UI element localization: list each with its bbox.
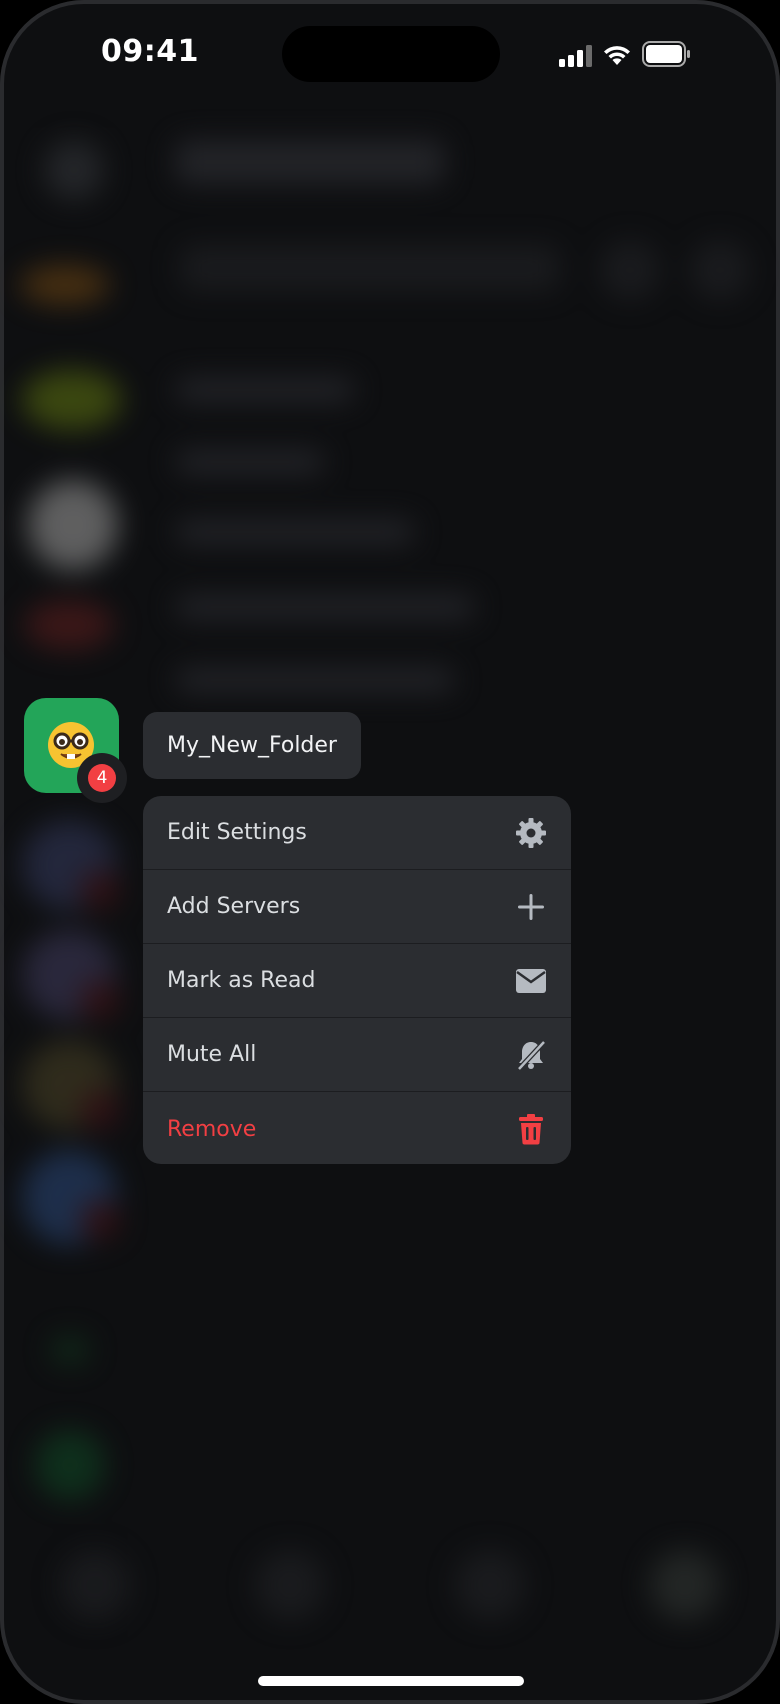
menu-item-edit-settings[interactable]: Edit Settings (143, 796, 571, 870)
menu-item-label: Add Servers (167, 894, 301, 919)
menu-item-label: Mute All (167, 1042, 257, 1067)
trash-icon (515, 1113, 547, 1145)
wifi-icon (604, 46, 630, 65)
menu-item-add-servers[interactable]: Add Servers (143, 870, 571, 944)
status-icons (559, 40, 691, 70)
dynamic-island (282, 26, 500, 82)
menu-item-remove[interactable]: Remove (143, 1092, 571, 1164)
unread-badge: 4 (88, 764, 116, 792)
folder-name-label: My_New_Folder (143, 712, 361, 779)
plus-icon (515, 891, 547, 923)
menu-item-label: Mark as Read (167, 968, 316, 993)
cellular-signal-icon (559, 45, 592, 67)
home-indicator[interactable] (258, 1676, 524, 1686)
gear-icon (515, 817, 547, 849)
phone-screen: 09:41 4 My_New_Folder Edit Settings Add … (0, 0, 780, 1704)
menu-item-mark-as-read[interactable]: Mark as Read (143, 944, 571, 1018)
status-time: 09:41 (101, 34, 199, 69)
bell-slash-icon (515, 1039, 547, 1071)
menu-item-mute-all[interactable]: Mute All (143, 1018, 571, 1092)
folder-context-menu: Edit Settings Add Servers Mark as Read M… (143, 796, 571, 1164)
battery-icon (642, 41, 690, 67)
envelope-icon (515, 965, 547, 997)
status-bar: 09:41 (0, 0, 780, 110)
menu-item-label: Edit Settings (167, 820, 307, 845)
menu-item-label: Remove (167, 1116, 257, 1142)
